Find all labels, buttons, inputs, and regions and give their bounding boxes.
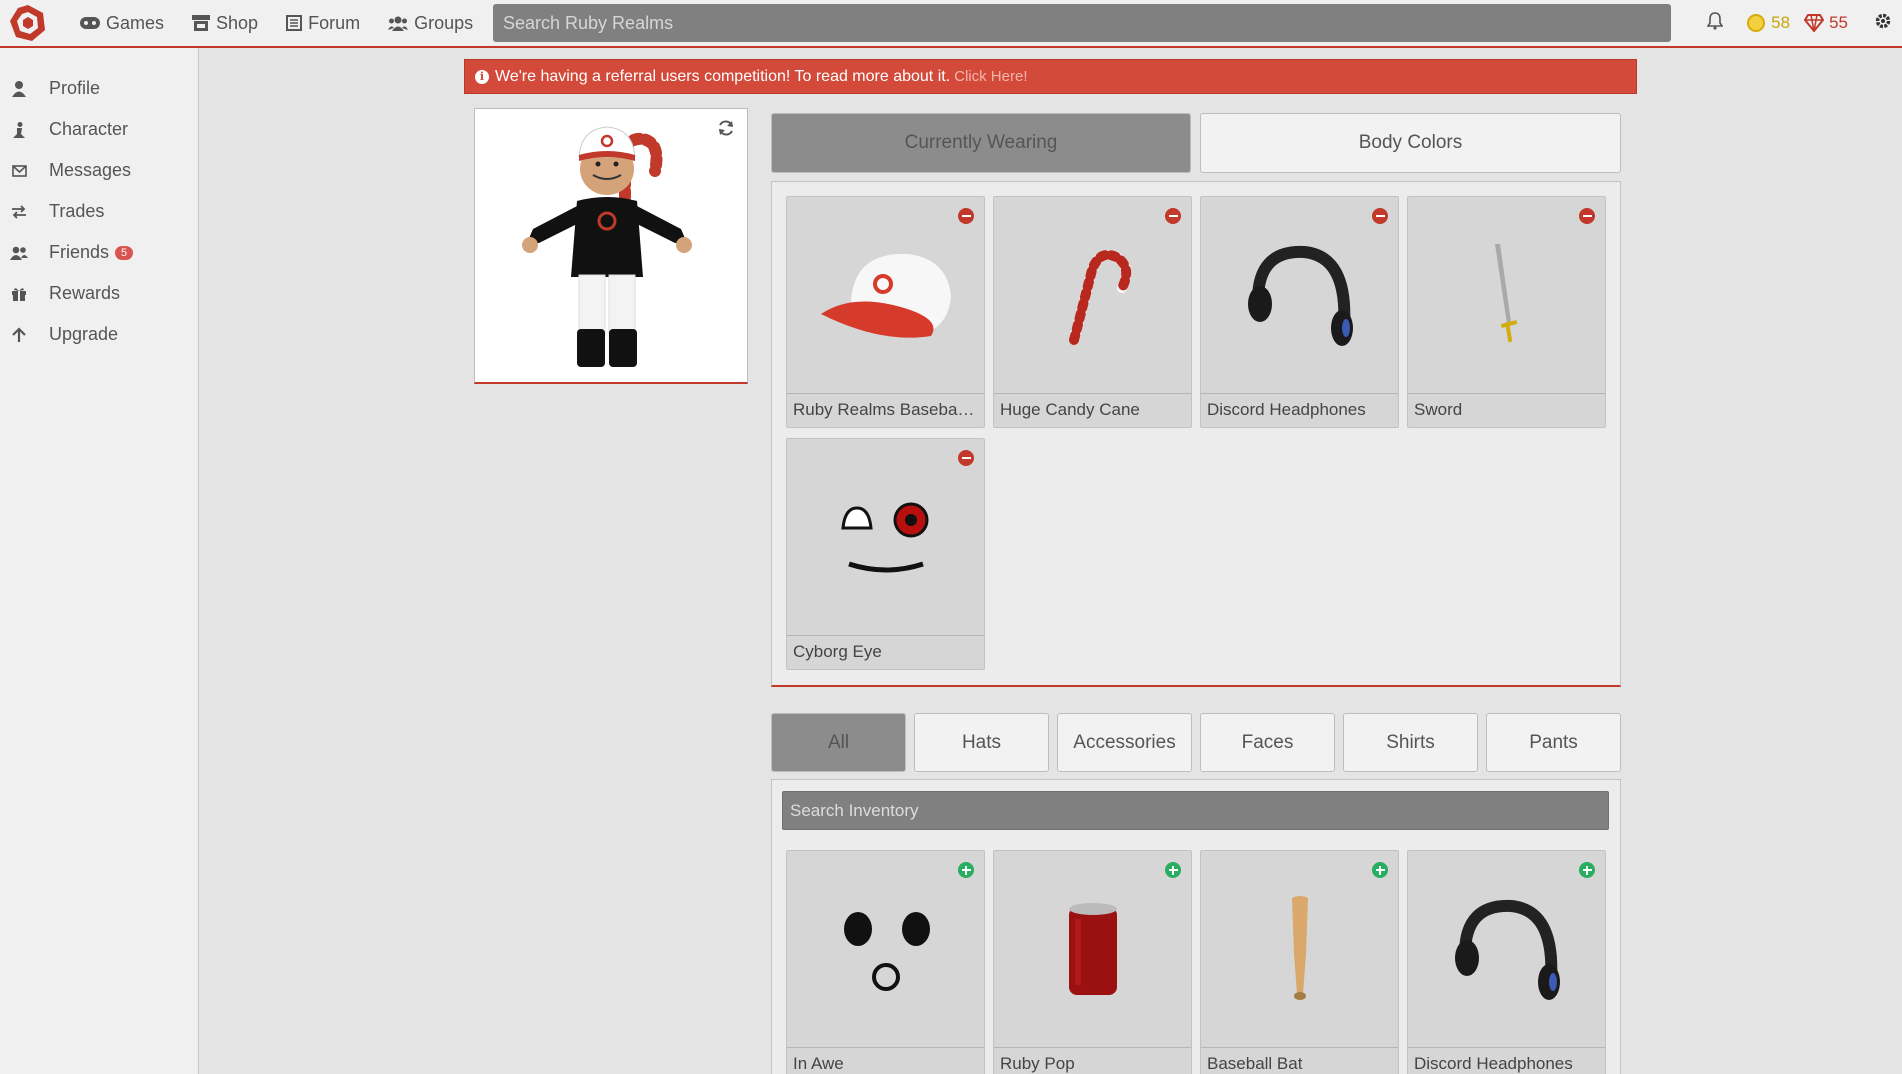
item-name: Sword [1408, 393, 1605, 427]
add-item-button[interactable] [1579, 862, 1595, 878]
cyborg-eye-image [787, 439, 984, 635]
item-name: Baseball Bat [1201, 1047, 1398, 1074]
item-name: Ruby Pop [994, 1047, 1191, 1074]
coins-display[interactable]: 58 [1747, 13, 1790, 33]
coins-value: 58 [1771, 13, 1791, 32]
item-name: In Awe [787, 1047, 984, 1074]
exchange-icon [10, 204, 28, 219]
sidebar-item-label: Rewards [49, 283, 121, 303]
sword-image [1408, 197, 1605, 393]
tab-currently-wearing[interactable]: Currently Wearing [771, 113, 1191, 173]
wearing-item[interactable]: Sword [1407, 196, 1606, 428]
sidebar-item-messages[interactable]: Messages [0, 150, 198, 191]
sidebar-item-upgrade[interactable]: Upgrade [0, 314, 198, 355]
remove-item-button[interactable] [1165, 208, 1181, 224]
baseball-bat-image [1201, 851, 1398, 1047]
sidebar-item-label: Trades [49, 201, 105, 221]
inventory-item[interactable]: Baseball Bat [1200, 850, 1399, 1074]
headphones-image [1408, 851, 1605, 1047]
gems-display[interactable]: 55 [1804, 13, 1848, 33]
remove-item-button[interactable] [1579, 208, 1595, 224]
envelope-icon [10, 164, 28, 177]
remove-item-button[interactable] [958, 208, 974, 224]
nav-shop[interactable]: Shop [192, 13, 258, 34]
ruby-gem-icon [1804, 14, 1825, 32]
inventory-item[interactable]: Ruby Pop [993, 850, 1192, 1074]
groups-icon [388, 16, 409, 31]
add-item-button[interactable] [958, 862, 974, 878]
wearing-item[interactable]: Ruby Realms Baseball Cap [786, 196, 985, 428]
remove-item-button[interactable] [958, 450, 974, 466]
site-search-input[interactable] [493, 4, 1671, 42]
category-tab-accessories[interactable]: Accessories [1057, 713, 1192, 772]
avatar-render [522, 126, 692, 367]
candy-cane-image [994, 197, 1191, 393]
in-awe-face-image [787, 851, 984, 1047]
item-name: Ruby Realms Baseball Cap [787, 393, 984, 427]
inventory-panel: In Awe Ruby Pop Baseball Bat Discord Hea… [771, 779, 1621, 1074]
avatar-preview [474, 108, 748, 384]
nav-games-label: Games [106, 12, 165, 33]
bell-icon[interactable] [1706, 11, 1724, 35]
nav-forum-label: Forum [308, 12, 361, 33]
friends-icon [10, 246, 28, 260]
coin-icon [1747, 14, 1766, 32]
remove-item-button[interactable] [1372, 208, 1388, 224]
shop-icon [192, 15, 211, 31]
category-tab-all[interactable]: All [771, 713, 906, 772]
inventory-item[interactable]: Discord Headphones [1407, 850, 1606, 1074]
item-name: Discord Headphones [1408, 1047, 1605, 1074]
category-tab-hats[interactable]: Hats [914, 713, 1049, 772]
referral-alert-banner: i We're having a referral users competit… [464, 59, 1637, 94]
gear-icon[interactable] [1874, 12, 1892, 35]
nav-forum[interactable]: Forum [286, 13, 360, 34]
sidebar-item-label: Profile [49, 78, 101, 98]
sidebar-item-label: Upgrade [49, 324, 119, 344]
ruby-pop-can-image [994, 851, 1191, 1047]
sidebar-item-character[interactable]: Character [0, 109, 198, 150]
nav-shop-label: Shop [216, 12, 259, 33]
gift-icon [10, 287, 28, 301]
category-tab-faces[interactable]: Faces [1200, 713, 1335, 772]
headphones-image [1201, 197, 1398, 393]
info-icon: i [475, 69, 489, 84]
item-name: Cyborg Eye [787, 635, 984, 669]
category-tab-shirts[interactable]: Shirts [1343, 713, 1478, 772]
forum-icon [286, 15, 303, 31]
sidebar-item-trades[interactable]: Trades [0, 191, 198, 232]
sidebar-item-label: Character [49, 119, 129, 139]
alert-text: We're having a referral users competitio… [495, 67, 951, 85]
top-navbar: Games Shop Forum Groups 58 55 [0, 0, 1902, 48]
user-icon [10, 80, 28, 97]
tab-body-colors[interactable]: Body Colors [1200, 113, 1621, 173]
sidebar-item-label: Friends [49, 242, 110, 262]
inventory-item[interactable]: In Awe [786, 850, 985, 1074]
character-icon [10, 121, 28, 138]
nav-groups-label: Groups [414, 12, 474, 33]
sidebar-item-label: Messages [49, 160, 132, 180]
currently-wearing-panel: Ruby Realms Baseball Cap Huge Candy Cane… [771, 181, 1621, 687]
alert-link[interactable]: Click Here! [954, 68, 1027, 85]
sidebar: Profile Character Messages Trades Friend… [0, 48, 199, 1074]
sidebar-item-friends[interactable]: Friends 5 [0, 232, 198, 273]
add-item-button[interactable] [1165, 862, 1181, 878]
friends-count-badge: 5 [115, 245, 134, 260]
arrow-up-icon [10, 326, 28, 343]
wearing-item[interactable]: Discord Headphones [1200, 196, 1399, 428]
sidebar-item-rewards[interactable]: Rewards [0, 273, 198, 314]
category-tab-pants[interactable]: Pants [1486, 713, 1621, 772]
add-item-button[interactable] [1372, 862, 1388, 878]
gems-value: 55 [1829, 13, 1848, 32]
nav-groups[interactable]: Groups [388, 13, 473, 34]
sidebar-item-profile[interactable]: Profile [0, 68, 198, 109]
wearing-item[interactable]: Huge Candy Cane [993, 196, 1192, 428]
nav-games[interactable]: Games [80, 13, 164, 34]
item-name: Huge Candy Cane [994, 393, 1191, 427]
site-logo[interactable] [6, 1, 50, 45]
item-name: Discord Headphones [1201, 393, 1398, 427]
wearing-item[interactable]: Cyborg Eye [786, 438, 985, 670]
baseball-cap-image [787, 197, 984, 393]
gamepad-icon [80, 17, 100, 29]
inventory-search-input[interactable] [782, 791, 1609, 830]
